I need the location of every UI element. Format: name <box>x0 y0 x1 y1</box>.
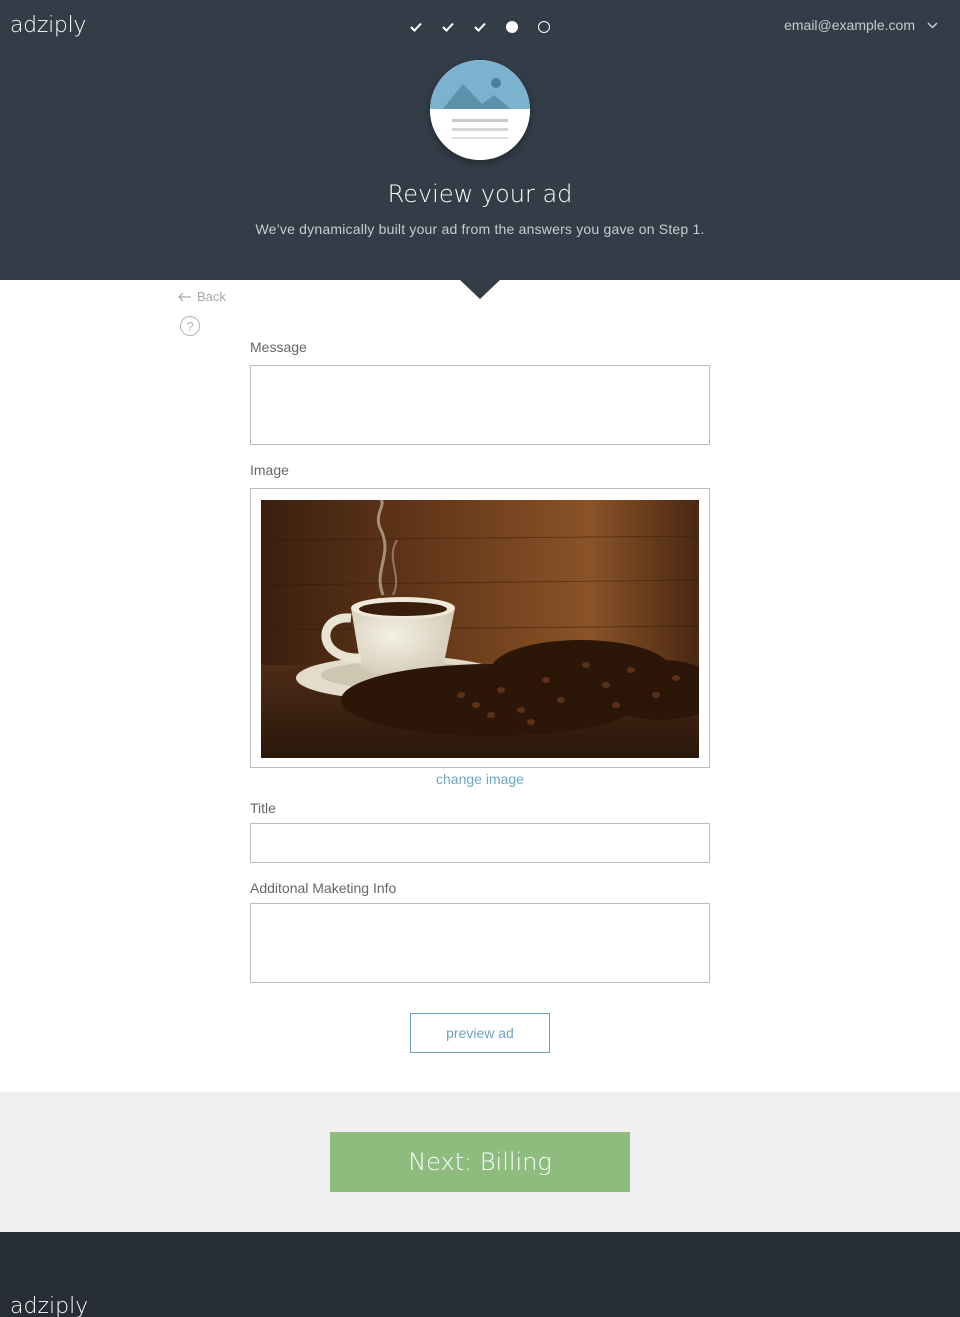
action-bar: Next: Billing <box>0 1092 960 1232</box>
progress-steps <box>409 20 550 34</box>
page-footer: adziply <box>0 1232 960 1317</box>
preview-ad-button[interactable]: preview ad <box>410 1013 550 1053</box>
next-billing-button[interactable]: Next: Billing <box>330 1132 630 1192</box>
account-email: email@example.com <box>784 17 915 33</box>
chevron-down-icon <box>927 21 938 29</box>
title-label: Title <box>250 800 276 816</box>
help-icon[interactable]: ? <box>180 316 200 336</box>
step-5-pending-dot <box>538 21 550 33</box>
marketing-info-field[interactable] <box>250 903 710 983</box>
account-menu[interactable]: email@example.com <box>784 17 938 33</box>
image-label: Image <box>250 462 289 478</box>
back-label: Back <box>197 289 226 304</box>
header-pointer-notch <box>460 280 500 299</box>
step-4-current-dot <box>506 21 518 33</box>
ad-image-illustration-icon <box>430 60 530 160</box>
step-1-complete-check-icon <box>409 20 423 34</box>
page-title: Review your ad <box>387 180 573 208</box>
marketing-info-label: Additonal Maketing Info <box>250 880 397 896</box>
app-logo[interactable]: adziply <box>10 13 86 38</box>
arrow-left-icon <box>178 292 191 301</box>
change-image-link[interactable]: change image <box>0 771 960 787</box>
page-subtitle: We’ve dynamically built your ad from the… <box>255 221 705 237</box>
step-3-complete-check-icon <box>473 20 487 34</box>
coffee-cup-photo <box>261 500 699 758</box>
ad-image-frame <box>250 488 710 768</box>
title-field[interactable] <box>250 823 710 863</box>
step-2-complete-check-icon <box>441 20 455 34</box>
footer-logo[interactable]: adziply <box>10 1294 88 1317</box>
back-link[interactable]: Back <box>178 289 226 304</box>
message-label: Message <box>250 339 307 355</box>
message-field[interactable] <box>250 365 710 445</box>
page-header: adziply email@example.com Review your ad… <box>0 0 960 280</box>
